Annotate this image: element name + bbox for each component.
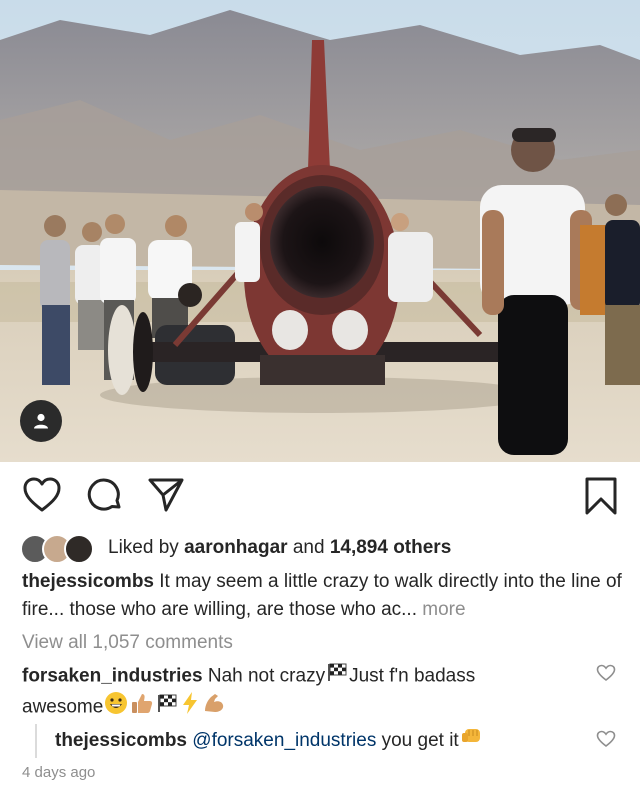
avatar (64, 534, 94, 564)
likes-row: Liked by aaronhagar and 14,894 others (20, 533, 451, 564)
tagged-people-button[interactable] (20, 400, 62, 442)
comment-button[interactable] (86, 476, 124, 519)
comment-item: forsaken_industries Nah not crazy Just f'… (22, 662, 582, 724)
likes-count-link[interactable]: 14,894 others (330, 537, 451, 559)
save-button[interactable] (584, 476, 618, 521)
post-timestamp: 4 days ago (22, 764, 96, 781)
reply-item: thejessicombs @forsaken_industries you g… (35, 724, 485, 758)
thumbs-up-icon (130, 691, 154, 724)
bookmark-icon (585, 477, 617, 515)
view-all-comments-link[interactable]: View all 1,057 comments (22, 632, 233, 654)
reply-text: you get it (381, 730, 459, 752)
grinning-face-icon (104, 691, 128, 724)
reply-username-link[interactable]: thejessicombs (55, 730, 187, 751)
liked-by-user-link[interactable]: aaronhagar (184, 537, 287, 559)
comment-icon (87, 478, 121, 511)
caption-username-link[interactable]: thejessicombs (22, 571, 154, 592)
liker-avatars[interactable] (20, 533, 100, 564)
liked-by-and: and (292, 537, 325, 558)
person-tag-icon (34, 413, 48, 429)
post-caption: thejessicombs It may seem a little crazy… (22, 568, 622, 624)
more-link[interactable]: more (422, 599, 465, 620)
fist-bump-icon (460, 724, 484, 758)
heart-icon (596, 730, 616, 748)
like-button[interactable] (22, 476, 62, 519)
desert-jet-car-image (0, 0, 640, 462)
liked-by-prefix: Liked by (108, 537, 179, 558)
checkered-flag-icon (156, 693, 178, 722)
heart-icon (23, 477, 61, 512)
post-photo[interactable] (0, 0, 640, 462)
comment-username-link[interactable]: forsaken_industries (22, 666, 203, 687)
mention-link[interactable]: @forsaken_industries (192, 730, 376, 751)
reply-like-button[interactable] (596, 730, 616, 753)
heart-icon (596, 664, 616, 682)
send-icon (148, 478, 184, 512)
comment-like-button[interactable] (596, 664, 616, 687)
checkered-flag-icon (326, 662, 348, 691)
action-bar (0, 470, 640, 526)
lightning-icon (180, 691, 200, 724)
comment-text: Nah not crazy (207, 665, 326, 687)
comment-text-2: Just f'n badass (349, 665, 476, 687)
flexed-bicep-icon (202, 691, 226, 724)
comment-text-3: awesome (22, 696, 104, 718)
share-button[interactable] (146, 476, 186, 519)
